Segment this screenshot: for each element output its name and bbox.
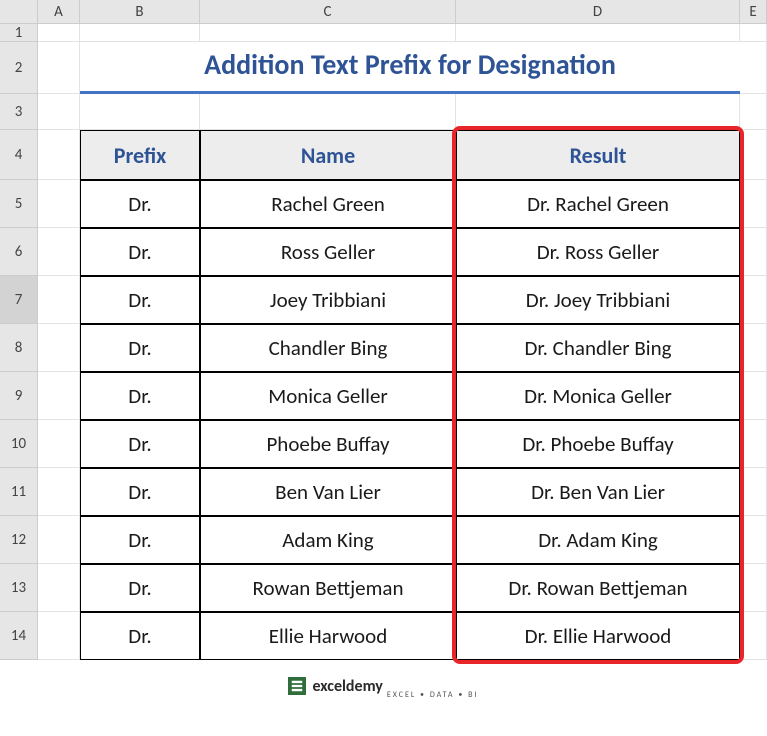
cell-result-2[interactable]: Dr. Ross Geller: [456, 228, 740, 276]
row-header-4[interactable]: 4: [0, 130, 38, 180]
cell-E5[interactable]: [740, 180, 767, 228]
row-header-10[interactable]: 10: [0, 420, 38, 468]
cell-A7[interactable]: [38, 276, 80, 324]
cell-A13[interactable]: [38, 564, 80, 612]
cell-E14[interactable]: [740, 612, 767, 660]
cell-prefix-6[interactable]: Dr.: [80, 420, 200, 468]
column-header-C[interactable]: C: [200, 0, 456, 24]
cell-A5[interactable]: [38, 180, 80, 228]
cell-name-8[interactable]: Adam King: [200, 516, 456, 564]
cell-A9[interactable]: [38, 372, 80, 420]
cell-A1[interactable]: [38, 24, 80, 42]
cell-name-6[interactable]: Phoebe Buffay: [200, 420, 456, 468]
row-header-1[interactable]: 1: [0, 24, 38, 42]
cell-prefix-4[interactable]: Dr.: [80, 324, 200, 372]
cell-A2[interactable]: [38, 42, 80, 94]
row-header-14[interactable]: 14: [0, 612, 38, 660]
exceldemy-logo-icon: [288, 677, 306, 695]
column-headers: ABCDE: [38, 0, 767, 24]
row-header-2[interactable]: 2: [0, 42, 38, 94]
header-result[interactable]: Result: [456, 130, 740, 180]
row-headers: 1234567891011121314: [0, 24, 38, 660]
cell-prefix-8[interactable]: Dr.: [80, 516, 200, 564]
cell-C1[interactable]: [200, 24, 456, 42]
column-header-E[interactable]: E: [740, 0, 767, 24]
cell-D3[interactable]: [456, 94, 740, 130]
cell-A8[interactable]: [38, 324, 80, 372]
cell-A12[interactable]: [38, 516, 80, 564]
cell-prefix-9[interactable]: Dr.: [80, 564, 200, 612]
row-header-11[interactable]: 11: [0, 468, 38, 516]
column-header-D[interactable]: D: [456, 0, 740, 24]
header-prefix[interactable]: Prefix: [80, 130, 200, 180]
cell-A6[interactable]: [38, 228, 80, 276]
cell-result-6[interactable]: Dr. Phoebe Buffay: [456, 420, 740, 468]
cell-prefix-3[interactable]: Dr.: [80, 276, 200, 324]
cell-E9[interactable]: [740, 372, 767, 420]
cell-name-1[interactable]: Rachel Green: [200, 180, 456, 228]
cell-C3[interactable]: [200, 94, 456, 130]
cell-prefix-10[interactable]: Dr.: [80, 612, 200, 660]
cell-name-4[interactable]: Chandler Bing: [200, 324, 456, 372]
cell-A3[interactable]: [38, 94, 80, 130]
cell-E6[interactable]: [740, 228, 767, 276]
cell-name-3[interactable]: Joey Tribbiani: [200, 276, 456, 324]
cell-E13[interactable]: [740, 564, 767, 612]
cell-result-4[interactable]: Dr. Chandler Bing: [456, 324, 740, 372]
row-header-3[interactable]: 3: [0, 94, 38, 130]
cell-name-2[interactable]: Ross Geller: [200, 228, 456, 276]
cell-result-8[interactable]: Dr. Adam King: [456, 516, 740, 564]
row-header-6[interactable]: 6: [0, 228, 38, 276]
cell-A10[interactable]: [38, 420, 80, 468]
cell-prefix-7[interactable]: Dr.: [80, 468, 200, 516]
cell-B3[interactable]: [80, 94, 200, 130]
cell-prefix-5[interactable]: Dr.: [80, 372, 200, 420]
cell-result-5[interactable]: Dr. Monica Geller: [456, 372, 740, 420]
header-name[interactable]: Name: [200, 130, 456, 180]
cell-A4[interactable]: [38, 130, 80, 180]
cell-E10[interactable]: [740, 420, 767, 468]
cell-D1[interactable]: [456, 24, 740, 42]
row-header-12[interactable]: 12: [0, 516, 38, 564]
cell-result-1[interactable]: Dr. Rachel Green: [456, 180, 740, 228]
cell-E2[interactable]: [740, 42, 767, 94]
cell-E11[interactable]: [740, 468, 767, 516]
row-header-13[interactable]: 13: [0, 564, 38, 612]
cell-name-5[interactable]: Monica Geller: [200, 372, 456, 420]
cell-A14[interactable]: [38, 612, 80, 660]
row-header-8[interactable]: 8: [0, 324, 38, 372]
cell-B1[interactable]: [80, 24, 200, 42]
column-header-A[interactable]: A: [38, 0, 80, 24]
cell-E7[interactable]: [740, 276, 767, 324]
row-header-9[interactable]: 9: [0, 372, 38, 420]
cell-E8[interactable]: [740, 324, 767, 372]
cell-prefix-2[interactable]: Dr.: [80, 228, 200, 276]
column-header-B[interactable]: B: [80, 0, 200, 24]
row-header-7[interactable]: 7: [0, 276, 38, 324]
cell-result-3[interactable]: Dr. Joey Tribbiani: [456, 276, 740, 324]
cell-E3[interactable]: [740, 94, 767, 130]
watermark-footer: exceldemy EXCEL • DATA • BI: [0, 666, 767, 706]
title-cell[interactable]: Addition Text Prefix for Designation: [80, 42, 740, 94]
cell-result-7[interactable]: Dr. Ben Van Lier: [456, 468, 740, 516]
cell-name-10[interactable]: Ellie Harwood: [200, 612, 456, 660]
cell-E12[interactable]: [740, 516, 767, 564]
footer-brand: exceldemy: [312, 677, 382, 696]
spreadsheet-area: ABCDE 1234567891011121314 Addition Text …: [0, 0, 767, 700]
cell-E4[interactable]: [740, 130, 767, 180]
cell-name-9[interactable]: Rowan Bettjeman: [200, 564, 456, 612]
cell-result-9[interactable]: Dr. Rowan Bettjeman: [456, 564, 740, 612]
cell-result-10[interactable]: Dr. Ellie Harwood: [456, 612, 740, 660]
select-all-corner[interactable]: [0, 0, 38, 24]
row-header-5[interactable]: 5: [0, 180, 38, 228]
cell-name-7[interactable]: Ben Van Lier: [200, 468, 456, 516]
cell-A11[interactable]: [38, 468, 80, 516]
cell-E1[interactable]: [740, 24, 767, 42]
cell-prefix-1[interactable]: Dr.: [80, 180, 200, 228]
footer-tagline: EXCEL • DATA • BI: [387, 690, 479, 706]
